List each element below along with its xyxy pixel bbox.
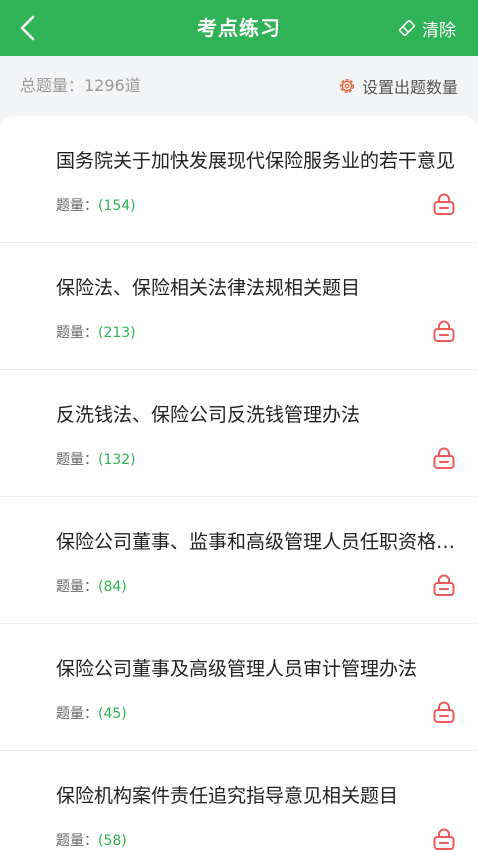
lock-icon	[433, 320, 455, 342]
item-title: 国务院关于加快发展现代保险服务业的若干意见	[56, 150, 456, 172]
lock-icon	[433, 701, 455, 723]
count-label: 题量：	[56, 325, 98, 341]
set-question-count-button[interactable]: 设置出题数量	[338, 56, 458, 116]
count-label: 题量：	[56, 452, 98, 468]
count-value: (132)	[98, 452, 136, 468]
total-count: 总题量：1296道	[20, 76, 141, 95]
list-item[interactable]: 国务院关于加快发展现代保险服务业的若干意见 题量：(154)	[0, 116, 478, 243]
count-label: 题量：	[56, 833, 98, 849]
list-item[interactable]: 保险公司董事及高级管理人员审计管理办法 题量：(45)	[0, 624, 478, 751]
item-count: 题量：(45)	[56, 703, 127, 723]
lock-icon	[433, 828, 455, 850]
app-header: 考点练习 清除	[0, 0, 478, 56]
count-value: (84)	[98, 579, 127, 595]
gear-icon	[340, 79, 354, 93]
item-title: 保险机构案件责任追究指导意见相关题目	[56, 785, 399, 807]
lock-icon	[433, 574, 455, 596]
item-title: 保险法、保险相关法律法规相关题目	[56, 277, 361, 299]
count-label: 题量：	[56, 198, 98, 214]
list-item[interactable]: 保险机构案件责任追究指导意见相关题目 题量：(58)	[0, 751, 478, 850]
list-item[interactable]: 保险法、保险相关法律法规相关题目 题量：(213)	[0, 243, 478, 370]
count-label: 题量：	[56, 579, 98, 595]
count-value: (154)	[98, 198, 136, 214]
lock-icon	[433, 193, 455, 215]
count-value: (213)	[98, 325, 136, 341]
list-item[interactable]: 反洗钱法、保险公司反洗钱管理办法 题量：(132)	[0, 370, 478, 497]
clear-label: 清除	[422, 20, 456, 41]
item-count: 题量：(213)	[56, 322, 136, 342]
setting-label: 设置出题数量	[361, 78, 458, 97]
count-value: (45)	[98, 706, 127, 722]
item-count: 题量：(58)	[56, 830, 127, 850]
item-count: 题量：(132)	[56, 449, 136, 469]
lock-icon	[433, 447, 455, 469]
list-item[interactable]: 保险公司董事、监事和高级管理人员任职资格管理规定 题量：(84)	[0, 497, 478, 624]
item-title: 保险公司董事、监事和高级管理人员任职资格管理规定	[56, 531, 456, 553]
clear-button[interactable]: 清除	[398, 0, 456, 56]
summary-bar: 总题量：1296道 设置出题数量	[0, 56, 478, 116]
eraser-icon	[399, 20, 415, 36]
item-count: 题量：(84)	[56, 576, 127, 596]
item-count: 题量：(154)	[56, 195, 136, 215]
count-value: (58)	[98, 833, 127, 849]
count-label: 题量：	[56, 706, 98, 722]
item-title: 保险公司董事及高级管理人员审计管理办法	[56, 658, 418, 680]
topic-list: 国务院关于加快发展现代保险服务业的若干意见 题量：(154) 保险法、保险相关法…	[0, 116, 478, 850]
item-title: 反洗钱法、保险公司反洗钱管理办法	[56, 404, 361, 426]
